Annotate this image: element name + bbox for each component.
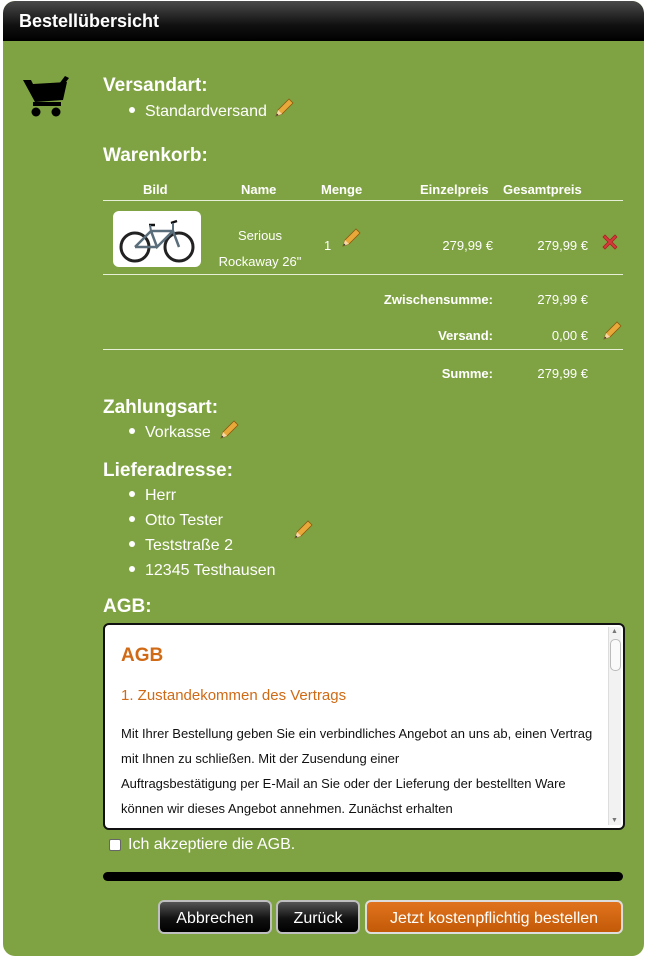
scroll-thumb[interactable]	[610, 639, 621, 671]
terms-scrollbar[interactable]: ▲ ▼	[608, 627, 621, 825]
edit-address-pencil-icon[interactable]	[292, 519, 314, 541]
col-quantity: Menge	[321, 182, 363, 197]
address-line: Teststraße 2	[129, 537, 233, 555]
product-quantity: 1	[324, 238, 332, 253]
bicycle-image	[119, 219, 195, 263]
footer-divider	[103, 872, 623, 881]
table-divider	[103, 200, 623, 201]
address-salutation: Herr	[145, 487, 177, 504]
product-image[interactable]	[113, 211, 201, 267]
terms-line: Mit Ihrer Bestellung geben Sie ein verbi…	[121, 726, 593, 741]
panel-title: Bestellübersicht	[19, 11, 160, 31]
accept-terms-label[interactable]: Ich akzeptiere die AGB.	[128, 836, 295, 854]
payment-method-label: Vorkasse	[145, 424, 211, 441]
address-street: Teststraße 2	[145, 537, 234, 554]
cart-section-title: Warenkorb:	[103, 145, 208, 166]
back-button[interactable]: Zurück	[276, 900, 360, 934]
edit-shipping-cost-pencil-icon[interactable]	[601, 320, 623, 342]
address-name: Otto Tester	[145, 512, 223, 529]
edit-shipping-pencil-icon[interactable]	[273, 97, 295, 119]
address-section-title: Lieferadresse:	[103, 460, 233, 481]
panel-header: Bestellübersicht	[3, 1, 644, 41]
shopping-cart-icon	[23, 76, 69, 117]
payment-section-title: Zahlungsart:	[103, 397, 219, 418]
col-total-price: Gesamtpreis	[503, 182, 582, 197]
address-line: Herr	[129, 487, 176, 505]
terms-section-heading: 1. Zustandekommen des Vertrags	[121, 687, 347, 704]
place-order-button[interactable]: Jetzt kostenpflichtig bestellen	[365, 900, 623, 934]
terms-scroll-box[interactable]: AGB 1. Zustandekommen des Vertrags Mit I…	[103, 623, 625, 830]
shipping-method: Standardversand	[129, 103, 267, 121]
terms-heading: AGB	[121, 645, 164, 666]
total-label: Summe:	[441, 366, 493, 381]
subtotal-value: 279,99 €	[537, 292, 588, 307]
shipping-cost-value: 0,00 €	[551, 328, 588, 343]
col-name: Name	[241, 182, 277, 197]
order-summary-panel: Bestellübersicht Versandart: Standardver…	[3, 1, 644, 956]
total-value: 279,99 €	[537, 366, 588, 381]
cancel-button[interactable]: Abbrechen	[158, 900, 272, 934]
terms-section-title: AGB:	[103, 596, 152, 617]
address-line: 12345 Testhausen	[129, 562, 275, 580]
product-total-price: 279,99 €	[537, 238, 588, 253]
edit-quantity-pencil-icon[interactable]	[340, 227, 362, 249]
product-unit-price: 279,99 €	[442, 238, 493, 253]
col-unit-price: Einzelpreis	[420, 182, 489, 197]
payment-method: Vorkasse	[129, 424, 211, 442]
address-city: 12345 Testhausen	[145, 562, 276, 579]
accept-terms-checkbox[interactable]	[109, 839, 121, 851]
table-divider	[103, 349, 623, 350]
col-image: Bild	[143, 182, 168, 197]
product-name: Serious Rockaway 26"	[213, 223, 307, 275]
product-name-line1: Serious	[237, 228, 283, 243]
terms-line: mit Ihnen zu schließen. Mit der Zusendun…	[121, 751, 400, 766]
edit-payment-pencil-icon[interactable]	[218, 419, 240, 441]
shipping-section-title: Versandart:	[103, 75, 208, 96]
scroll-down-arrow-icon[interactable]: ▼	[611, 817, 618, 824]
product-name-line2: Rockaway 26"	[218, 254, 302, 269]
address-line: Otto Tester	[129, 512, 223, 530]
scroll-up-arrow-icon[interactable]: ▲	[611, 628, 618, 635]
terms-paragraph: Mit Ihrer Bestellung geben Sie ein verbi…	[121, 721, 601, 821]
shipping-method-label: Standardversand	[145, 103, 267, 120]
remove-item-x-icon[interactable]	[599, 231, 621, 253]
subtotal-label: Zwischensumme:	[383, 292, 493, 307]
table-divider	[103, 274, 623, 275]
shipping-cost-label: Versand:	[438, 328, 493, 343]
terms-line: Auftragsbestätigung per E-Mail an Sie od…	[121, 776, 566, 791]
terms-line: können wir dieses Angebot annehmen. Zunä…	[121, 801, 453, 816]
